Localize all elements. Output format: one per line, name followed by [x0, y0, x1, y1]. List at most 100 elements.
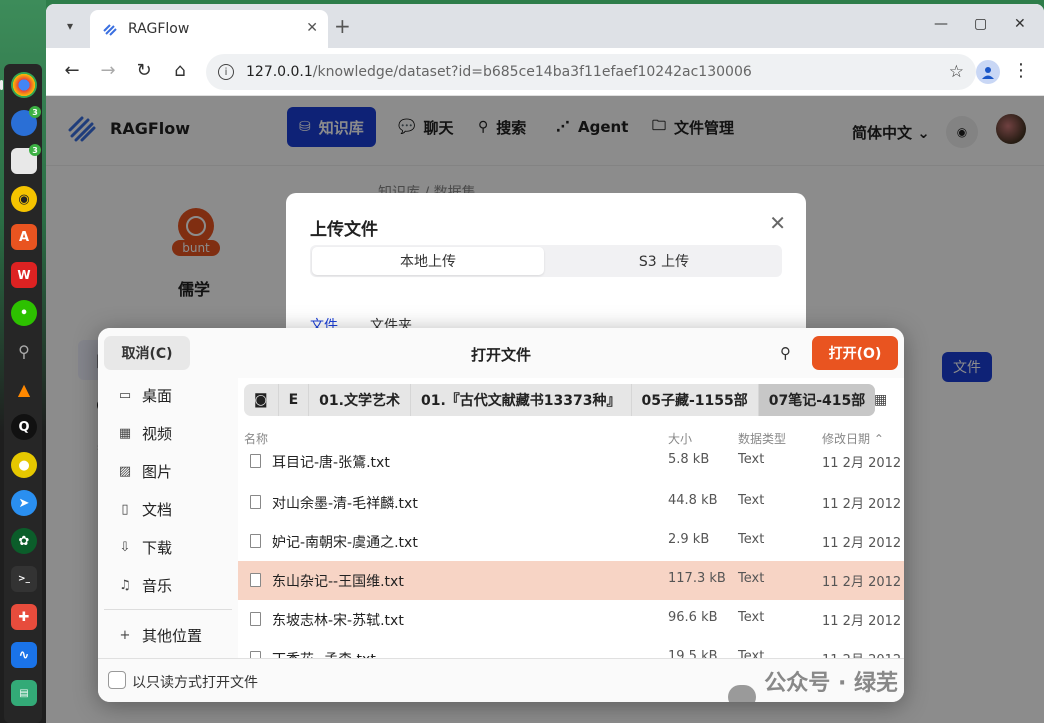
file-row[interactable]: 东坡志林-宋-苏轼.txt 96.6 kB Text 11 2月 2012: [238, 600, 904, 639]
wechat-icon[interactable]: •: [11, 300, 37, 326]
image-icon: ▨: [118, 463, 132, 479]
file-modified: 11 2月 2012: [822, 536, 902, 551]
place-desktop[interactable]: ▭ 桌面: [116, 380, 172, 410]
path-segment-current[interactable]: 07笔记-415部: [758, 384, 876, 416]
file-row[interactable]: 对山余墨-清-毛祥麟.txt 44.8 kB Text 11 2月 2012: [238, 483, 904, 522]
home-icon[interactable]: ⌂: [168, 60, 192, 81]
terminal-icon[interactable]: >_: [11, 566, 37, 592]
app-icon[interactable]: ∿: [11, 642, 37, 668]
column-header-modified[interactable]: 修改日期 ⌃: [822, 430, 884, 447]
file-name: 耳目记-唐-张鷟.txt: [272, 455, 390, 471]
reload-icon[interactable]: ↻: [132, 60, 156, 81]
file-modified: 11 2月 2012: [822, 649, 901, 658]
file-type: Text: [738, 532, 765, 547]
column-header-type[interactable]: 数据类型: [738, 430, 786, 447]
file-chooser-footer: 以只读方式打开文件 公众号 · 绿芜平畹: [98, 658, 904, 702]
chrome-icon[interactable]: [11, 72, 37, 98]
address-bar[interactable]: i 127.0.0.1/knowledge/dataset?id=b685ce1…: [206, 54, 976, 90]
place-label: 音乐: [142, 576, 173, 595]
close-icon[interactable]: ✕: [769, 211, 786, 235]
app-icon[interactable]: ✿: [11, 528, 37, 554]
file-row[interactable]: 妒记-南朝宋-虞通之.txt 2.9 kB Text 11 2月 2012: [238, 522, 904, 561]
app-icon[interactable]: ▤: [11, 680, 37, 706]
forward-icon[interactable]: →: [96, 60, 120, 81]
file-size: 19.5 kB: [668, 649, 718, 658]
grid-view-icon[interactable]: ▦: [874, 392, 887, 408]
segment-s3-upload[interactable]: S3 上传: [548, 247, 780, 275]
file-type: Text: [738, 571, 765, 586]
maximize-icon[interactable]: ▢: [974, 16, 987, 32]
file-row-selected[interactable]: 东山杂记--王国维.txt 117.3 kB Text 11 2月 2012: [238, 561, 904, 600]
place-documents[interactable]: ▯ 文档: [116, 494, 172, 524]
place-downloads[interactable]: ⇩ 下载: [116, 532, 172, 562]
close-icon[interactable]: ✕: [306, 20, 318, 36]
dock-active-indicator: [0, 80, 3, 90]
sort-up-icon: ⌃: [873, 432, 884, 446]
files-icon[interactable]: 3: [11, 144, 41, 174]
path-disk-icon[interactable]: ◙: [244, 384, 279, 416]
qq-icon[interactable]: Q: [11, 414, 37, 440]
wps-icon[interactable]: W: [11, 262, 37, 288]
feishu-icon[interactable]: ➤: [11, 490, 37, 516]
close-window-icon[interactable]: ✕: [1014, 16, 1026, 32]
vlc-icon[interactable]: ▲: [11, 376, 37, 402]
path-segment[interactable]: 01.『古代文献藏书13373种』: [411, 384, 632, 416]
text-file-icon: [250, 573, 261, 587]
more-menu-icon[interactable]: ⋮: [1012, 60, 1030, 81]
chevron-down-icon[interactable]: ▾: [56, 12, 84, 40]
file-row[interactable]: 耳目记-唐-张鷟.txt 5.8 kB Text 11 2月 2012: [238, 450, 904, 480]
path-segment[interactable]: 01.文学艺术: [309, 384, 411, 416]
file-type: Text: [738, 452, 765, 467]
path-segment[interactable]: E: [279, 384, 310, 416]
text-file-icon: [250, 534, 261, 548]
bookmark-star-icon[interactable]: ☆: [949, 62, 964, 82]
segment-local-upload[interactable]: 本地上传: [312, 247, 544, 275]
app-icon[interactable]: ✚: [11, 604, 37, 630]
place-label: 文档: [142, 500, 173, 519]
text-file-icon: [250, 454, 261, 468]
open-button[interactable]: 打开(O): [812, 336, 898, 370]
notification-badge: 3: [29, 106, 41, 118]
modal-title: 上传文件: [310, 220, 378, 240]
file-row[interactable]: 丁香花--孟森.txt 19.5 kB Text 11 2月 2012: [238, 639, 904, 658]
file-modified: 11 2月 2012: [822, 614, 902, 629]
place-music[interactable]: ♫ 音乐: [116, 570, 172, 600]
place-videos[interactable]: ▦ 视频: [116, 418, 172, 448]
search-icon[interactable]: ⚲: [780, 344, 791, 362]
file-name: 丁香花--孟森.txt: [272, 649, 376, 658]
file-size: 5.8 kB: [668, 452, 710, 467]
new-tab-icon[interactable]: +: [334, 14, 351, 38]
place-label: 其他位置: [142, 626, 203, 645]
upload-source-switch: 本地上传 S3 上传: [310, 245, 782, 277]
column-header-size[interactable]: 大小: [668, 430, 692, 447]
path-segment[interactable]: 05子藏-1155部: [632, 384, 759, 416]
watermark-text: 公众号 · 绿芜平畹: [764, 671, 898, 696]
profile-icon[interactable]: [976, 60, 1000, 84]
readonly-label[interactable]: 以只读方式打开文件: [132, 672, 258, 692]
desktop-icon: ▭: [118, 387, 132, 403]
file-name: 东山杂记--王国维.txt: [272, 574, 404, 590]
tab-ragflow[interactable]: RAGFlow ✕: [90, 10, 328, 48]
file-size: 2.9 kB: [668, 532, 710, 547]
notification-badge: 3: [29, 144, 41, 156]
minimize-icon[interactable]: —: [934, 16, 948, 32]
app-icon[interactable]: ●: [11, 452, 37, 478]
file-modified: 11 2月 2012: [822, 575, 902, 590]
readonly-checkbox[interactable]: [108, 671, 126, 689]
back-icon[interactable]: ←: [60, 60, 84, 81]
site-info-icon[interactable]: i: [218, 64, 234, 80]
file-modified: 11 2月 2012: [822, 497, 902, 512]
url-host: 127.0.0.1: [246, 64, 313, 80]
app-center-icon[interactable]: A: [11, 224, 37, 250]
file-size: 44.8 kB: [668, 493, 718, 508]
place-other-locations[interactable]: + 其他位置: [116, 620, 202, 650]
file-list-pane: ◙ E 01.文学艺术 01.『古代文献藏书13373种』 05子藏-1155部…: [238, 378, 904, 658]
divider: [104, 609, 232, 610]
thunderbird-icon[interactable]: 3: [11, 106, 41, 136]
plus-icon: +: [119, 627, 131, 643]
column-header-name[interactable]: 名称: [244, 430, 268, 447]
search-icon[interactable]: ⚲: [11, 338, 37, 364]
place-pictures[interactable]: ▨ 图片: [116, 456, 172, 486]
url-path: /knowledge/dataset?id=b685ce14ba3f11efae…: [312, 64, 752, 80]
rhythmbox-icon[interactable]: ◉: [11, 186, 37, 212]
